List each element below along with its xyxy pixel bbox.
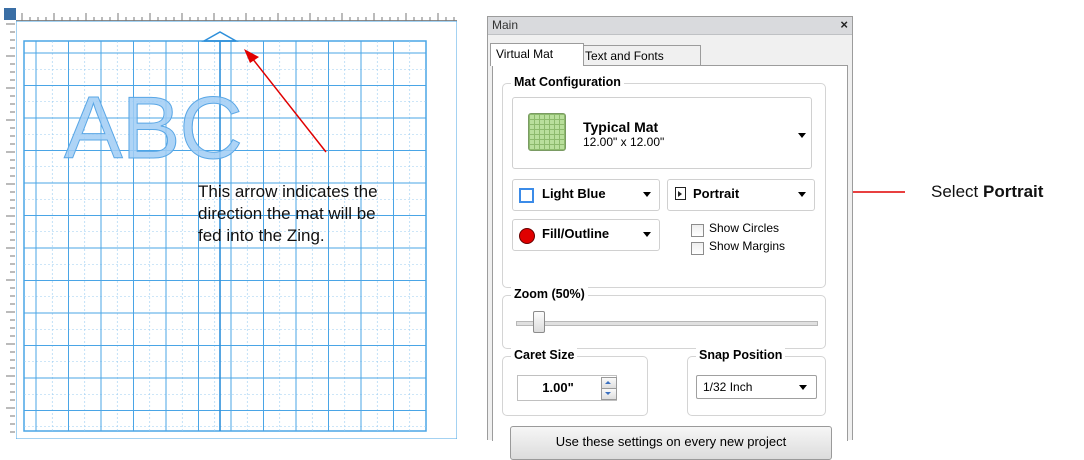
- arrow-up-icon: [605, 381, 611, 384]
- chevron-down-icon: [643, 192, 651, 197]
- chevron-down-icon: [643, 232, 651, 237]
- caret-size-spinner: [601, 377, 617, 400]
- zoom-group: Zoom (50%): [502, 287, 826, 349]
- show-margins-label[interactable]: Show Margins: [709, 239, 785, 253]
- orientation-value: Portrait: [693, 186, 740, 201]
- close-button[interactable]: ×: [840, 17, 848, 32]
- mat-name: Typical Mat: [583, 119, 659, 135]
- chevron-down-icon: [798, 133, 806, 138]
- zoom-slider-thumb[interactable]: [533, 311, 545, 333]
- window-title: Main: [492, 18, 519, 32]
- mat-type-dropdown[interactable]: Typical Mat 12.00" x 12.00": [512, 97, 812, 169]
- select-portrait-callout: Select Portrait: [931, 182, 1043, 202]
- color-swatch-icon: [519, 188, 534, 203]
- callout-prefix: Select: [931, 182, 983, 201]
- window-titlebar[interactable]: Main ×: [488, 17, 852, 35]
- snap-position-dropdown[interactable]: 1/32 Inch: [696, 375, 817, 399]
- show-circles-label[interactable]: Show Circles: [709, 221, 779, 235]
- virtual-mat-view: ABC This arrow indicates the direction t…: [0, 0, 457, 439]
- spin-down-button[interactable]: [601, 388, 617, 400]
- display-mode-dropdown[interactable]: Fill/Outline: [512, 219, 660, 251]
- caret-size-input[interactable]: 1.00": [517, 375, 617, 401]
- annotation-line-1: This arrow indicates the: [198, 182, 378, 201]
- virtual-mat-tab-panel: Mat Configuration Typical Mat 12.00" x 1…: [492, 65, 848, 460]
- use-settings-every-project-button[interactable]: Use these settings on every new project: [510, 426, 832, 460]
- caret-size-group: Caret Size 1.00": [502, 348, 648, 416]
- chevron-down-icon: [799, 385, 807, 390]
- abc-letters[interactable]: ABC: [64, 78, 244, 178]
- fill-outline-icon: [519, 228, 535, 244]
- mat-configuration-title: Mat Configuration: [511, 75, 624, 89]
- tab-text-and-fonts[interactable]: Text and Fonts: [579, 45, 701, 66]
- chevron-down-icon: [798, 192, 806, 197]
- feed-direction-annotation: This arrow indicates the direction the m…: [198, 181, 460, 247]
- caret-size-value: 1.00": [542, 380, 574, 395]
- show-circles-checkbox[interactable]: [691, 224, 704, 237]
- snap-position-title: Snap Position: [696, 348, 786, 362]
- mat-thumbnail-icon: [528, 113, 566, 151]
- caret-size-title: Caret Size: [511, 348, 578, 362]
- zoom-title: Zoom (50%): [511, 287, 588, 301]
- settings-window: Main × Virtual Mat Text and Fonts Mat Co…: [487, 16, 853, 460]
- zoom-slider-track[interactable]: [516, 321, 818, 326]
- orientation-dropdown[interactable]: Portrait: [667, 179, 815, 211]
- mat-color-dropdown[interactable]: Light Blue: [512, 179, 660, 211]
- mat-size: 12.00" x 12.00": [583, 135, 665, 149]
- snap-position-value: 1/32 Inch: [703, 380, 753, 394]
- display-mode-value: Fill/Outline: [542, 226, 610, 241]
- callout-emphasis: Portrait: [982, 182, 1044, 201]
- arrow-down-icon: [605, 392, 611, 395]
- show-margins-checkbox[interactable]: [691, 242, 704, 255]
- ruler-corner[interactable]: [4, 8, 16, 20]
- orientation-icon: [675, 187, 686, 200]
- annotation-line-2: direction the mat will be: [198, 204, 376, 223]
- snap-position-group: Snap Position 1/32 Inch: [687, 348, 826, 416]
- annotation-line-3: fed into the Zing.: [198, 226, 325, 245]
- top-ruler: [16, 8, 457, 23]
- tab-virtual-mat[interactable]: Virtual Mat: [490, 43, 584, 66]
- mat-color-value: Light Blue: [542, 186, 606, 201]
